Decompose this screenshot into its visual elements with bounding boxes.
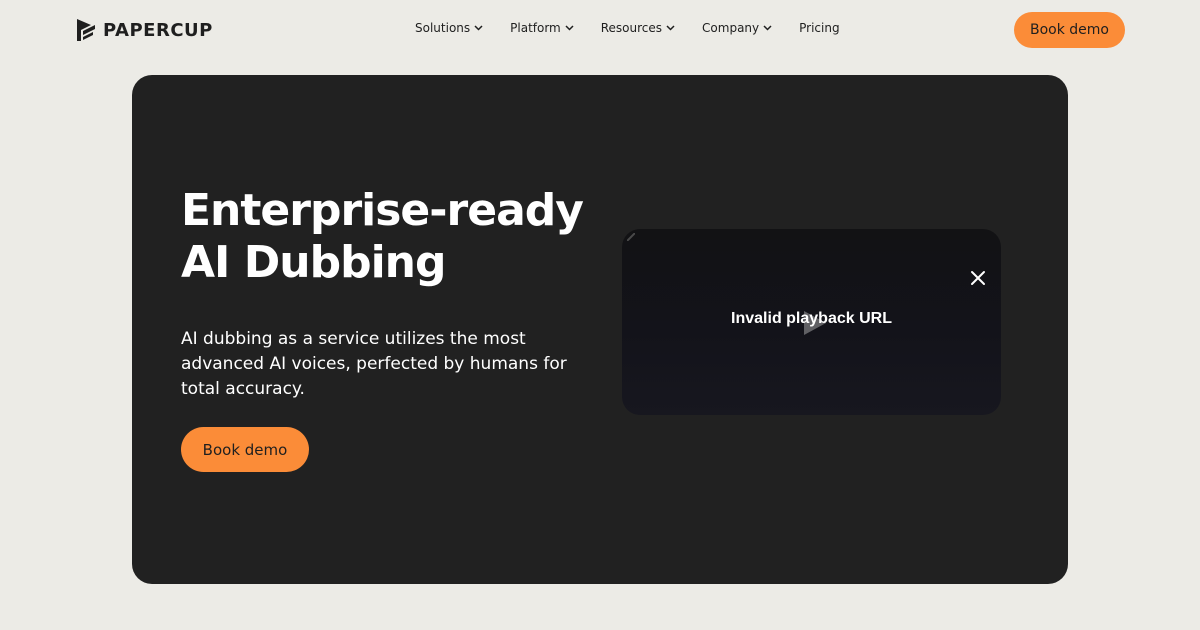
close-icon[interactable] (970, 270, 986, 286)
chevron-down-icon (666, 25, 675, 31)
nav-item-pricing[interactable]: Pricing (799, 21, 839, 35)
nav-item-resources[interactable]: Resources (601, 21, 675, 35)
hero-title-line-1: Enterprise-ready (181, 185, 584, 236)
nav-item-label: Company (702, 21, 760, 35)
book-demo-button-hero[interactable]: Book demo (181, 427, 309, 472)
chevron-down-icon (763, 25, 772, 31)
chevron-down-icon (474, 25, 483, 31)
video-error-message: Invalid playback URL (731, 310, 892, 327)
chevron-down-icon (565, 25, 574, 31)
main-nav: Solutions Platform Resources Company Pri… (415, 21, 840, 35)
papercup-logo-icon (77, 19, 95, 41)
hero-subtitle: AI dubbing as a service utilizes the mos… (181, 329, 567, 399)
nav-item-platform[interactable]: Platform (510, 21, 574, 35)
nav-item-label: Pricing (799, 21, 840, 35)
nav-item-company[interactable]: Company (702, 21, 772, 35)
nav-item-label: Resources (600, 21, 663, 35)
brand-name: PAPERCUP (103, 19, 213, 41)
nav-item-label: Platform (510, 21, 561, 35)
video-player[interactable]: Invalid playback URL (622, 229, 1001, 415)
hero-title: Enterprise-ready AI Dubbing (181, 185, 611, 289)
nav-item-label: Solutions (415, 21, 471, 35)
hero-section: Enterprise-ready AI Dubbing AI dubbing a… (132, 75, 1068, 584)
logo-link[interactable]: PAPERCUP (75, 17, 213, 43)
nav-item-solutions[interactable]: Solutions (415, 21, 483, 35)
page: PAPERCUP Solutions Platform Resources Co… (0, 0, 1200, 630)
broken-media-icon (627, 233, 635, 241)
hero-title-line-2: AI Dubbing (181, 237, 446, 288)
site-header: PAPERCUP Solutions Platform Resources Co… (0, 0, 1200, 60)
book-demo-button-header[interactable]: Book demo (1014, 12, 1125, 48)
